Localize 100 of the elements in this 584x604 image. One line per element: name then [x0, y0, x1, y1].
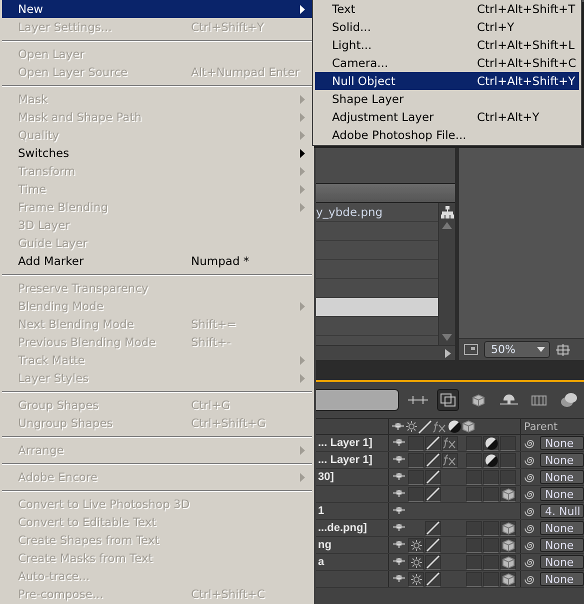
- switch-box[interactable]: [425, 452, 441, 468]
- switch-box[interactable]: [483, 470, 499, 484]
- submenu-arrow-icon: [300, 446, 305, 454]
- layer-row[interactable]: ...de.png] None: [316, 520, 584, 537]
- column-header: Parent: [524, 420, 558, 432]
- crop-icon[interactable]: [556, 344, 570, 356]
- switch-box[interactable]: [483, 452, 499, 468]
- switch-box[interactable]: [425, 520, 441, 536]
- switch-box[interactable]: [500, 572, 516, 586]
- pick-whip-icon[interactable]: [524, 540, 535, 550]
- parent-dropdown[interactable]: 4. Null: [540, 504, 584, 518]
- switch-box[interactable]: [425, 486, 441, 502]
- switch-box[interactable]: [466, 452, 482, 468]
- pick-whip-icon[interactable]: [524, 556, 535, 568]
- menu-item[interactable]: Camera... Ctrl+Alt+Shift+C: [315, 54, 579, 72]
- switch-box[interactable]: [483, 572, 499, 586]
- grid-toggle-icon[interactable]: [464, 344, 478, 355]
- switch-box[interactable]: [500, 554, 516, 570]
- parent-dropdown[interactable]: None: [540, 436, 584, 450]
- menu-item[interactable]: Solid... Ctrl+Y: [315, 18, 579, 36]
- switch-box[interactable]: [425, 538, 441, 552]
- pick-whip-icon[interactable]: [524, 574, 535, 584]
- parent-dropdown[interactable]: None: [540, 555, 584, 569]
- switch-box[interactable]: [500, 470, 516, 484]
- switch-box[interactable]: [483, 486, 499, 502]
- switch-box[interactable]: [425, 470, 441, 484]
- search-field[interactable]: [316, 389, 400, 411]
- submenu-arrow-icon: [300, 302, 305, 310]
- layer-row[interactable]: ... Layer 1] None: [316, 452, 584, 469]
- layer-row[interactable]: ... Layer 1] None: [316, 435, 584, 452]
- layer-row[interactable]: None: [316, 486, 584, 503]
- menu-item[interactable]: Adjustment Layer Ctrl+Alt+Y: [315, 108, 579, 126]
- switch-box[interactable]: [425, 554, 441, 570]
- switch-box[interactable]: [408, 436, 424, 450]
- pick-whip-icon[interactable]: [524, 438, 535, 448]
- switch-box[interactable]: [466, 436, 482, 450]
- cube-icon: [502, 488, 514, 500]
- menu-item[interactable]: New: [2, 0, 312, 18]
- cube-icon: [502, 538, 514, 552]
- menu-item[interactable]: Null Object Ctrl+Alt+Shift+Y: [315, 72, 579, 90]
- layer-row[interactable]: 30] None: [316, 469, 584, 486]
- switch-box[interactable]: [466, 520, 482, 536]
- switch-box[interactable]: [500, 436, 516, 450]
- parent-dropdown[interactable]: None: [540, 521, 584, 535]
- parent-dropdown[interactable]: None: [540, 538, 584, 552]
- pick-whip-icon[interactable]: [524, 506, 535, 516]
- pick-whip-icon[interactable]: [524, 454, 535, 466]
- caret-icon: [537, 347, 545, 352]
- menu-item[interactable]: Text Ctrl+Alt+Shift+T: [315, 0, 579, 18]
- parent-dropdown[interactable]: None: [540, 572, 584, 586]
- project-row[interactable]: [316, 298, 438, 317]
- switch-box[interactable]: [466, 486, 482, 502]
- switch-box[interactable]: [500, 520, 516, 536]
- switch-box[interactable]: [425, 572, 441, 586]
- switch-box[interactable]: [408, 554, 424, 570]
- switch-box[interactable]: [466, 572, 482, 586]
- switch-box[interactable]: [466, 554, 482, 570]
- switch-box[interactable]: [483, 436, 499, 450]
- shy-icon: [392, 473, 406, 481]
- menu-item[interactable]: Switches: [2, 144, 312, 162]
- menu-item[interactable]: Light... Ctrl+Alt+Shift+L: [315, 36, 579, 54]
- switch-box[interactable]: [408, 470, 424, 484]
- layer-row[interactable]: None: [316, 571, 584, 588]
- pick-whip-icon[interactable]: [524, 522, 535, 534]
- switch-box[interactable]: [500, 486, 516, 502]
- layer-row[interactable]: ng None: [316, 537, 584, 554]
- scroll-right-icon[interactable]: [445, 348, 451, 358]
- switch-box[interactable]: [442, 436, 458, 450]
- shy-icon: [392, 558, 406, 566]
- quality-slash-icon: [426, 555, 440, 569]
- switch-box[interactable]: [483, 520, 499, 536]
- layer-name: a: [317, 556, 326, 568]
- switch-box[interactable]: [483, 554, 499, 570]
- switch-box[interactable]: [442, 452, 458, 468]
- menu-item[interactable]: Add Marker Numpad *: [2, 252, 312, 270]
- switch-box[interactable]: [408, 538, 424, 552]
- layer-name: 1: [317, 505, 326, 517]
- switch-box[interactable]: [425, 436, 441, 450]
- switch-box[interactable]: [500, 538, 516, 552]
- switch-box[interactable]: [408, 452, 424, 468]
- parent-dropdown[interactable]: None: [540, 487, 584, 501]
- parent-dropdown[interactable]: None: [540, 470, 584, 484]
- switch-box[interactable]: [466, 470, 482, 484]
- sun-icon: [410, 540, 422, 550]
- menu-item[interactable]: Shape Layer: [315, 90, 579, 108]
- horizontal-scrollbar[interactable]: [316, 345, 455, 360]
- switch-box[interactable]: [483, 538, 499, 552]
- shy-icon: [392, 439, 406, 447]
- parent-dropdown[interactable]: None: [540, 453, 584, 467]
- switch-box[interactable]: [466, 538, 482, 552]
- zoom-dropdown[interactable]: 50%: [484, 341, 550, 358]
- switch-box[interactable]: [408, 486, 424, 502]
- layer-row[interactable]: 1 4. Null: [316, 503, 584, 520]
- switch-box[interactable]: [500, 452, 516, 468]
- menu-item[interactable]: Adobe Photoshop File...: [315, 126, 579, 144]
- pick-whip-icon[interactable]: [524, 488, 535, 500]
- switch-box[interactable]: [408, 572, 424, 586]
- layer-row[interactable]: a None: [316, 554, 584, 571]
- pick-whip-icon[interactable]: [524, 472, 535, 482]
- frame-toggle-icon[interactable]: [437, 389, 460, 411]
